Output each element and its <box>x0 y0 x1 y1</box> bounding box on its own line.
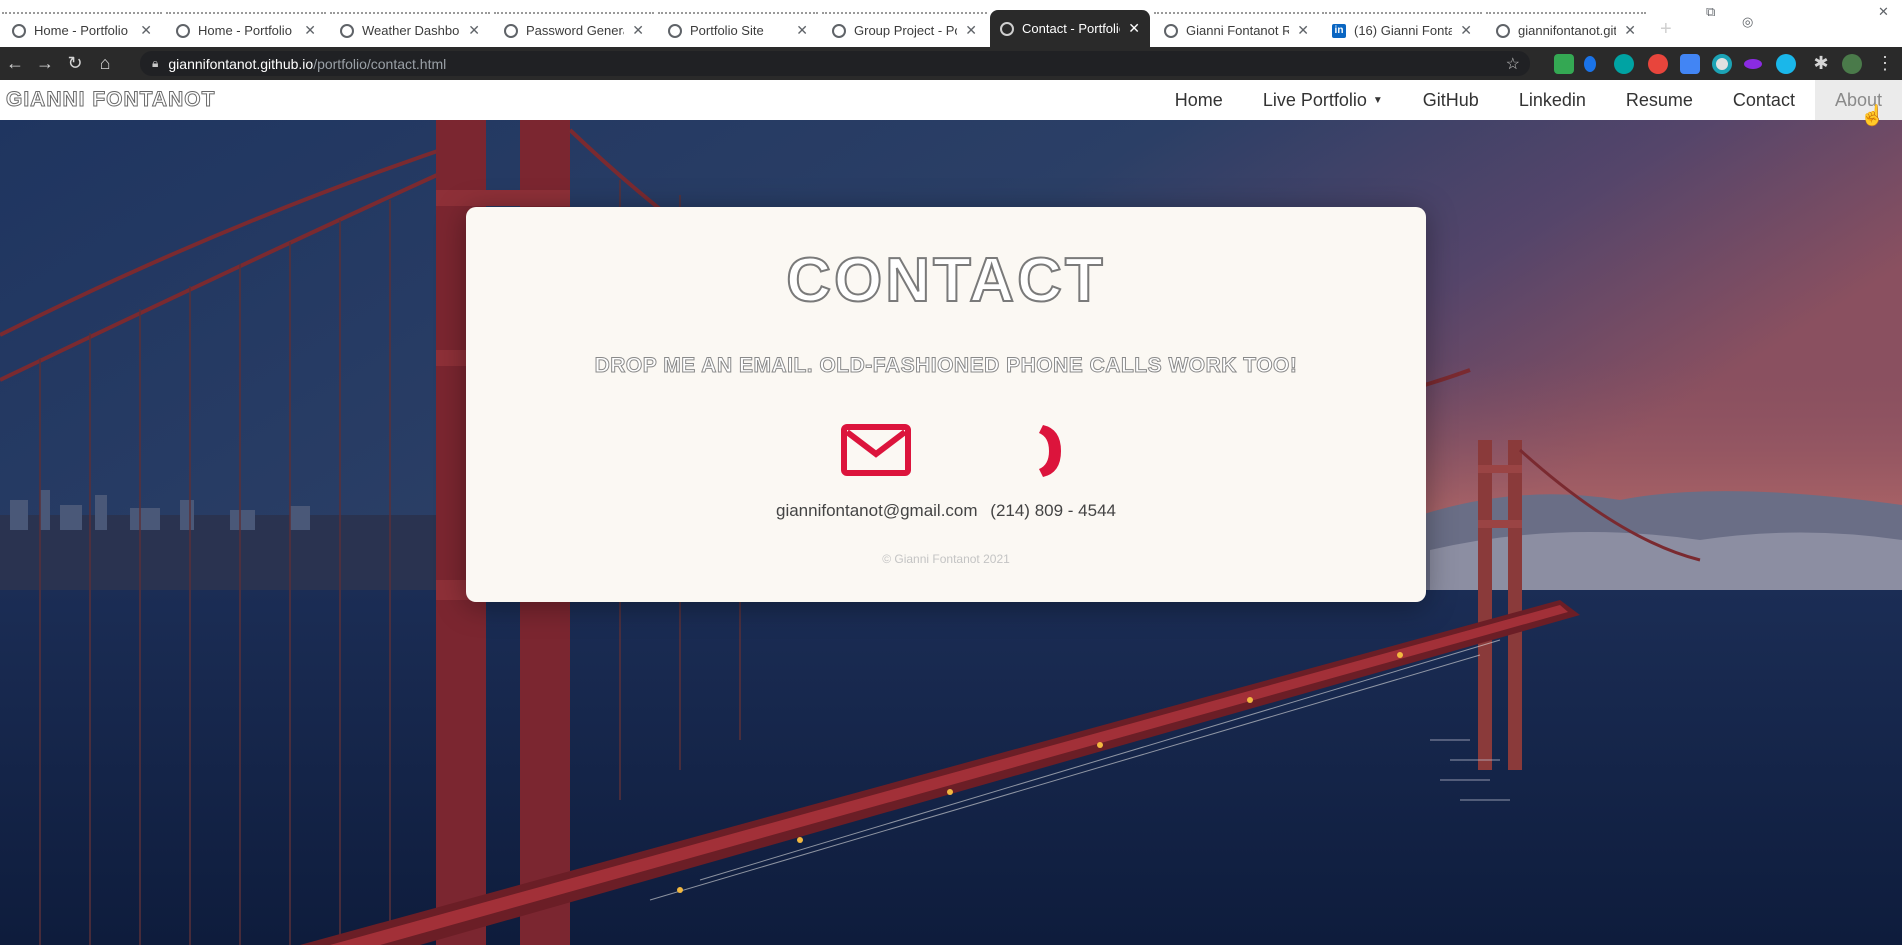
browser-tab[interactable]: Group Project - Po ✕ <box>822 12 987 47</box>
lock-icon: 🔒︎ <box>152 56 159 70</box>
phone-number[interactable]: (214) 809 - 4544 <box>990 501 1116 520</box>
nav-home[interactable]: Home <box>1155 80 1243 120</box>
phone-icon[interactable] <box>1037 421 1063 481</box>
browser-tabstrip: Home - Portfolio ✕ Home - Portfolio ✕ We… <box>0 0 1902 47</box>
close-icon[interactable]: ✕ <box>304 22 316 39</box>
nav-live-portfolio[interactable]: Live Portfolio ▼ <box>1243 80 1403 120</box>
github-icon <box>1496 23 1510 38</box>
browser-tab[interactable]: Home - Portfolio ✕ <box>166 12 326 47</box>
puzzle-icon[interactable]: ✱ <box>1806 53 1836 74</box>
close-window-icon[interactable]: ✕ <box>1878 4 1889 20</box>
contact-subtitle: DROP ME AN EMAIL. OLD-FASHIONED PHONE CA… <box>594 354 1298 378</box>
browser-tab-active[interactable]: Contact - Portfolio ✕ <box>990 10 1150 47</box>
globe-icon <box>832 23 846 38</box>
browser-tab[interactable]: Home - Portfolio ✕ <box>2 12 162 47</box>
browser-tab[interactable]: Portfolio Site ✕ <box>658 12 818 47</box>
extension-icon[interactable] <box>1584 56 1596 72</box>
nav-about[interactable]: About <box>1814 80 1902 120</box>
address-bar[interactable]: 🔒︎ giannifontanot.github.io/portfolio/co… <box>140 51 1530 76</box>
nav-live-portfolio-label: Live Portfolio <box>1262 89 1367 110</box>
site-brand[interactable]: Gianni Fontanot <box>5 88 215 112</box>
browser-tab[interactable]: in (16) Gianni Fontano ✕ <box>1322 12 1482 47</box>
nav-github[interactable]: GitHub <box>1403 80 1499 120</box>
email-address[interactable]: giannifontanot@gmail.com <box>776 501 978 520</box>
extension-icon[interactable] <box>1680 54 1700 74</box>
nav-resume[interactable]: Resume <box>1606 80 1713 120</box>
caret-down-icon: ▼ <box>1372 94 1383 106</box>
copyright-footer: © Gianni Fontanot 2021 <box>882 552 1010 566</box>
close-icon[interactable]: ✕ <box>1128 20 1140 37</box>
globe-icon <box>668 23 682 38</box>
extension-icon[interactable] <box>1614 54 1634 74</box>
profile-icon[interactable]: ⧉ <box>1706 4 1715 20</box>
extension-icon[interactable] <box>1554 54 1574 74</box>
avatar[interactable] <box>1842 54 1862 74</box>
close-icon[interactable]: ✕ <box>1624 22 1636 39</box>
back-icon[interactable]: ← <box>0 53 30 74</box>
contact-card: CONTACT DROP ME AN EMAIL. OLD-FASHIONED … <box>466 207 1426 602</box>
extension-icon[interactable] <box>1712 54 1732 74</box>
browser-toolbar: ← → ↻ ⌂ 🔒︎ giannifontanot.github.io/port… <box>0 47 1902 80</box>
extension-icon[interactable] <box>1744 59 1762 69</box>
browser-tab[interactable]: giannifontanot.git ✕ <box>1486 12 1646 47</box>
browser-tab[interactable]: Weather Dashboard ✕ <box>330 12 490 47</box>
nav-contact[interactable]: Contact <box>1713 80 1815 120</box>
site-navbar: Gianni Fontanot Home Live Portfolio ▼ Git… <box>0 80 1902 120</box>
globe-icon <box>504 23 518 38</box>
url-host: giannifontanot.github.io <box>168 55 314 72</box>
bookmark-star-icon[interactable]: ☆ <box>1506 54 1520 74</box>
close-icon[interactable]: ✕ <box>468 22 480 39</box>
globe-icon <box>1164 23 1178 38</box>
reload-icon[interactable]: ↻ <box>60 53 90 74</box>
pointer-cursor-icon: ☝ <box>1860 105 1885 127</box>
new-tab-icon[interactable]: + <box>1660 18 1672 41</box>
linkedin-icon: in <box>1332 23 1346 38</box>
extension-icon[interactable] <box>1648 54 1668 74</box>
contact-details: giannifontanot@gmail.com (214) 809 - 454… <box>466 501 1426 521</box>
close-icon[interactable]: ✕ <box>1297 22 1309 39</box>
close-icon[interactable]: ✕ <box>140 22 152 39</box>
vimeo-icon[interactable] <box>1776 54 1796 74</box>
globe-icon <box>340 23 354 38</box>
url-path: /portfolio/contact.html <box>313 55 447 72</box>
page-title: CONTACT <box>785 245 1106 316</box>
close-icon[interactable]: ✕ <box>796 22 808 39</box>
globe-icon <box>12 23 26 38</box>
envelope-icon[interactable] <box>841 424 911 476</box>
close-icon[interactable]: ✕ <box>965 22 977 39</box>
menu-icon[interactable]: ⋮ <box>1870 53 1900 74</box>
globe-icon <box>176 23 190 38</box>
home-icon[interactable]: ⌂ <box>90 53 120 74</box>
browser-tab[interactable]: Gianni Fontanot RB ✕ <box>1154 12 1319 47</box>
nav-linkedin[interactable]: Linkedin <box>1499 80 1606 120</box>
download-icon[interactable]: ◎ <box>1742 14 1753 30</box>
globe-icon <box>1000 21 1014 36</box>
nav-links: Home Live Portfolio ▼ GitHub Linkedin Res… <box>1155 80 1902 120</box>
forward-icon[interactable]: → <box>30 53 60 74</box>
close-icon[interactable]: ✕ <box>632 22 644 39</box>
browser-tab[interactable]: Password Generator ✕ <box>494 12 654 47</box>
close-icon[interactable]: ✕ <box>1460 22 1472 39</box>
